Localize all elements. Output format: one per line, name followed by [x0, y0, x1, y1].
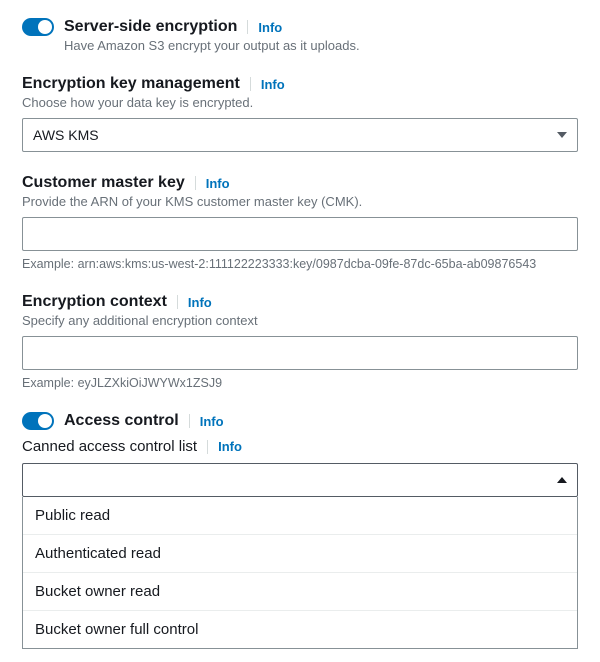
- divider: [250, 77, 251, 91]
- cmk-desc: Provide the ARN of your KMS customer mas…: [22, 194, 578, 209]
- divider: [247, 20, 248, 34]
- cmk-info-link[interactable]: Info: [206, 176, 230, 191]
- enc-ctx-title: Encryption context: [22, 293, 167, 311]
- acl-option-bucket-owner-read[interactable]: Bucket owner read: [23, 572, 577, 610]
- acl-option-bucket-owner-full-control[interactable]: Bucket owner full control: [23, 610, 577, 648]
- divider: [189, 414, 190, 428]
- canned-acl-info-link[interactable]: Info: [218, 439, 242, 454]
- chevron-down-icon: [557, 132, 567, 138]
- acl-option-public-read[interactable]: Public read: [23, 497, 577, 534]
- key-mgmt-desc: Choose how your data key is encrypted.: [22, 95, 578, 110]
- divider: [207, 440, 208, 454]
- sse-toggle[interactable]: [22, 18, 54, 36]
- acl-option-authenticated-read[interactable]: Authenticated read: [23, 534, 577, 572]
- canned-acl-dropdown: Public read Authenticated read Bucket ow…: [22, 497, 578, 649]
- access-info-link[interactable]: Info: [200, 414, 224, 429]
- enc-ctx-desc: Specify any additional encryption contex…: [22, 313, 578, 328]
- divider: [195, 176, 196, 190]
- sse-info-link[interactable]: Info: [258, 20, 282, 35]
- enc-ctx-info-link[interactable]: Info: [188, 295, 212, 310]
- cmk-example: Example: arn:aws:kms:us-west-2:111122223…: [22, 257, 578, 271]
- enc-ctx-example: Example: eyJLZXkiOiJWYWx1ZSJ9: [22, 376, 578, 390]
- canned-acl-select[interactable]: [22, 463, 578, 497]
- enc-ctx-input[interactable]: [22, 336, 578, 370]
- chevron-up-icon: [557, 477, 567, 483]
- key-mgmt-info-link[interactable]: Info: [261, 77, 285, 92]
- divider: [177, 295, 178, 309]
- key-mgmt-select-value: AWS KMS: [33, 127, 99, 143]
- access-toggle[interactable]: [22, 412, 54, 430]
- canned-acl-title: Canned access control list: [22, 438, 197, 455]
- sse-title: Server-side encryption: [64, 18, 237, 36]
- access-title: Access control: [64, 412, 179, 430]
- key-mgmt-select[interactable]: AWS KMS: [22, 118, 578, 152]
- cmk-title: Customer master key: [22, 174, 185, 192]
- sse-desc: Have Amazon S3 encrypt your output as it…: [64, 38, 578, 53]
- key-mgmt-title: Encryption key management: [22, 75, 240, 93]
- cmk-input[interactable]: [22, 217, 578, 251]
